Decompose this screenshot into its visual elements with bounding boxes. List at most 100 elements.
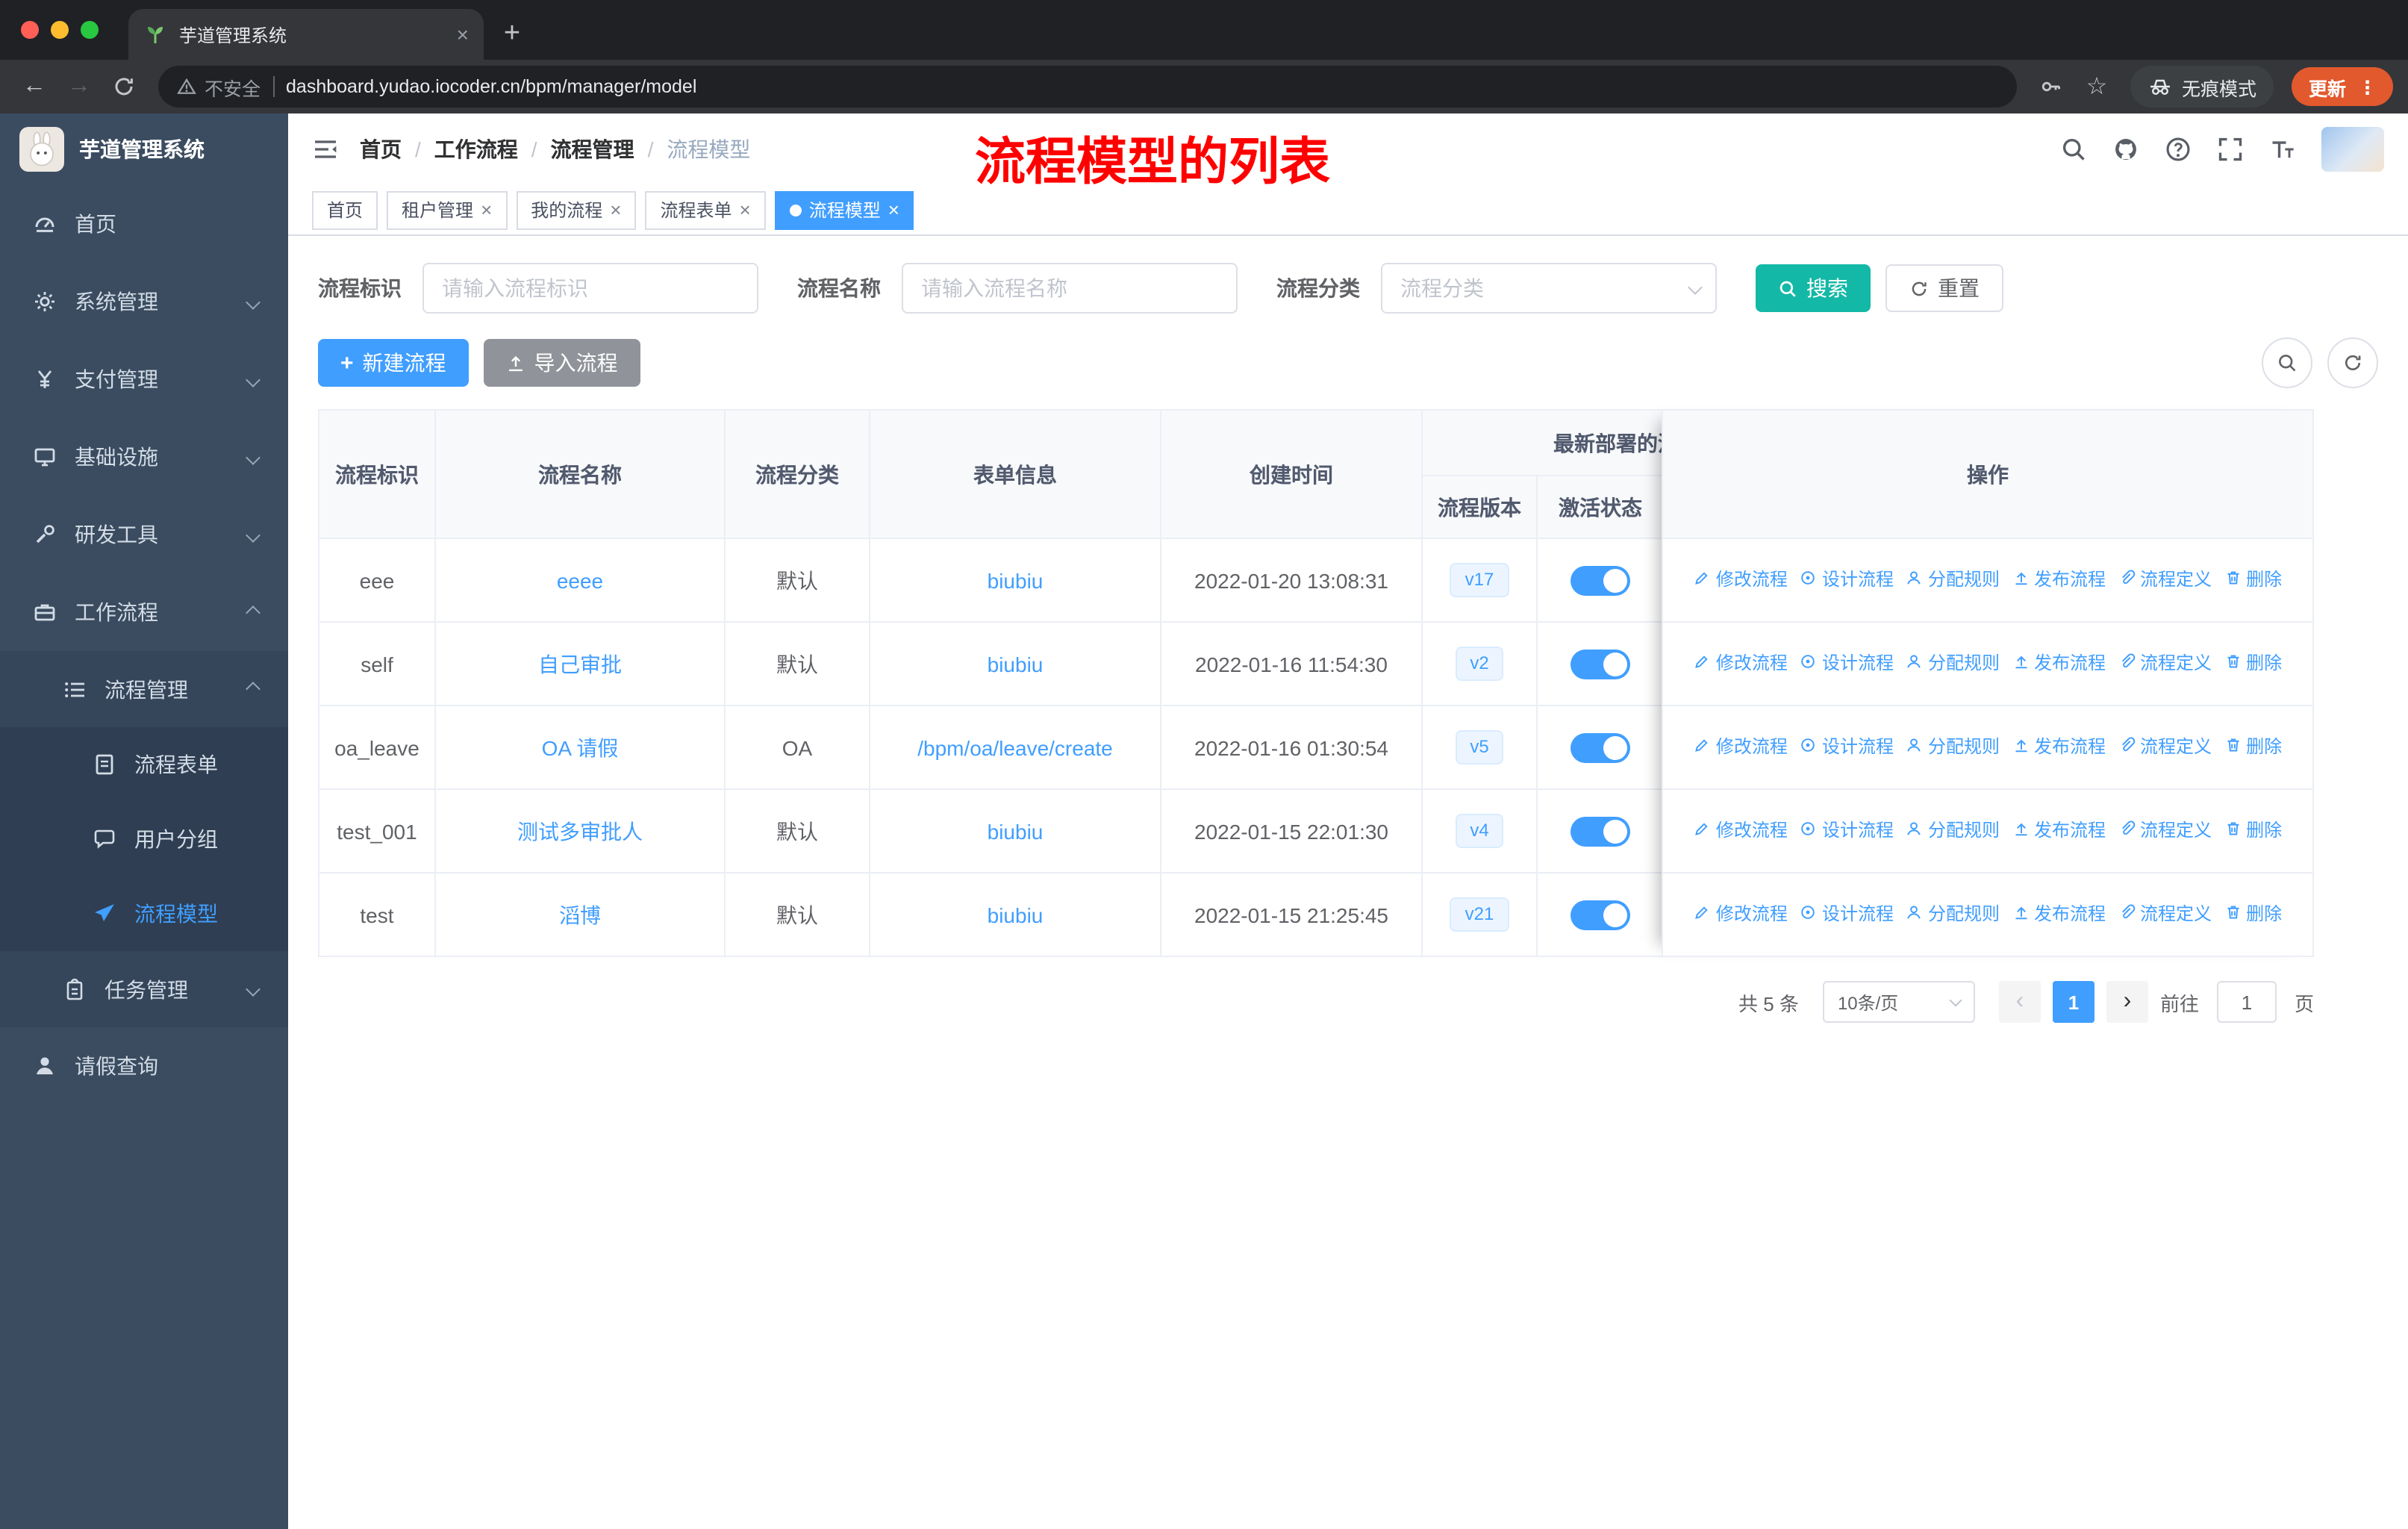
category-select-input[interactable] <box>1381 263 1717 314</box>
op-link-publish[interactable]: 发布流程 <box>2012 733 2106 759</box>
close-icon[interactable]: × <box>888 199 899 221</box>
op-link-publish[interactable]: 发布流程 <box>2012 817 2106 842</box>
sidebar-item-clipboard[interactable]: 任务管理 <box>0 951 288 1027</box>
form-link[interactable]: biubiu <box>988 652 1044 676</box>
op-link-definition[interactable]: 流程定义 <box>2118 817 2212 842</box>
breadcrumb-item[interactable]: 流程管理 <box>551 134 634 164</box>
op-link-design[interactable]: 设计流程 <box>1800 733 1894 759</box>
op-link-publish[interactable]: 发布流程 <box>2012 566 2106 591</box>
op-link-publish[interactable]: 发布流程 <box>2012 900 2106 926</box>
op-link-assign[interactable]: 分配规则 <box>1906 817 2000 842</box>
back-icon[interactable]: ← <box>15 67 54 106</box>
user-avatar[interactable] <box>2321 127 2384 172</box>
op-link-publish[interactable]: 发布流程 <box>2012 650 2106 675</box>
page-size-select[interactable]: 10条/页 <box>1822 981 1975 1023</box>
op-link-edit[interactable]: 修改流程 <box>1694 900 1788 926</box>
form-link[interactable]: biubiu <box>988 568 1044 592</box>
close-icon[interactable]: × <box>740 199 751 221</box>
op-link-design[interactable]: 设计流程 <box>1800 817 1894 842</box>
op-link-edit[interactable]: 修改流程 <box>1694 817 1788 842</box>
op-link-design[interactable]: 设计流程 <box>1800 650 1894 675</box>
sidebar-item-document[interactable]: 流程表单 <box>0 727 288 802</box>
op-link-edit[interactable]: 修改流程 <box>1694 733 1788 759</box>
op-link-delete[interactable]: 删除 <box>2224 900 2282 926</box>
process-name-link[interactable]: 测试多审批人 <box>517 819 643 843</box>
sidebar-item-wrench[interactable]: 研发工具 <box>0 496 288 573</box>
process-name-link[interactable]: eeee <box>557 568 603 592</box>
maximize-window-button[interactable] <box>81 21 99 39</box>
process-name-link[interactable]: 自己审批 <box>538 652 622 676</box>
view-tag[interactable]: 租户管理 × <box>387 190 508 229</box>
view-tag[interactable]: 流程表单 × <box>645 190 766 229</box>
form-link[interactable]: /bpm/oa/leave/create <box>917 735 1113 759</box>
op-link-assign[interactable]: 分配规则 <box>1906 733 2000 759</box>
browser-tab[interactable]: 芋道管理系统 × <box>128 9 484 60</box>
github-icon[interactable] <box>2112 136 2139 163</box>
form-link[interactable]: biubiu <box>988 903 1044 927</box>
reload-icon[interactable] <box>105 67 143 106</box>
op-link-delete[interactable]: 删除 <box>2224 733 2282 759</box>
help-icon[interactable] <box>2165 136 2192 163</box>
sidebar-item-list[interactable]: 流程管理 <box>0 651 288 727</box>
breadcrumb-item[interactable]: 首页 <box>360 134 402 164</box>
update-button[interactable]: 更新 ⋮ <box>2292 67 2393 106</box>
active-switch[interactable] <box>1570 816 1630 846</box>
fullscreen-icon[interactable] <box>2217 136 2244 163</box>
op-link-design[interactable]: 设计流程 <box>1800 900 1894 926</box>
hamburger-icon[interactable] <box>312 136 339 163</box>
breadcrumb-item[interactable]: 工作流程 <box>434 134 518 164</box>
view-tag[interactable]: 首页 <box>312 190 378 229</box>
sidebar-item-send[interactable]: 流程模型 <box>0 876 288 951</box>
active-switch[interactable] <box>1570 565 1630 595</box>
sidebar-item-briefcase[interactable]: 工作流程 <box>0 573 288 651</box>
process-id-input[interactable] <box>422 263 758 314</box>
minimize-window-button[interactable] <box>51 21 69 39</box>
view-tag[interactable]: 我的流程 × <box>516 190 637 229</box>
new-tab-button[interactable]: + <box>490 12 534 57</box>
security-status[interactable]: 不安全 <box>176 72 261 101</box>
process-name-input[interactable] <box>902 263 1238 314</box>
reset-button[interactable]: 重置 <box>1885 264 2003 312</box>
toggle-search-button[interactable] <box>2262 337 2312 388</box>
process-name-link[interactable]: 滔博 <box>559 903 601 927</box>
sidebar-item-gear[interactable]: 系统管理 <box>0 263 288 340</box>
search-button[interactable]: 搜索 <box>1756 264 1871 312</box>
op-link-delete[interactable]: 删除 <box>2224 566 2282 591</box>
op-link-edit[interactable]: 修改流程 <box>1694 566 1788 591</box>
op-link-definition[interactable]: 流程定义 <box>2118 733 2212 759</box>
form-link[interactable]: biubiu <box>988 819 1044 843</box>
url-bar[interactable]: 不安全 dashboard.yudao.iocoder.cn/bpm/manag… <box>158 66 2018 108</box>
process-name-link[interactable]: OA 请假 <box>542 735 619 759</box>
active-switch[interactable] <box>1570 649 1630 679</box>
page-1-button[interactable]: 1 <box>2052 981 2094 1023</box>
import-process-button[interactable]: 导入流程 <box>483 339 640 387</box>
active-switch[interactable] <box>1570 900 1630 929</box>
key-icon[interactable] <box>2033 67 2071 106</box>
op-link-assign[interactable]: 分配规则 <box>1906 650 2000 675</box>
op-link-design[interactable]: 设计流程 <box>1800 566 1894 591</box>
bookmark-star-icon[interactable]: ☆ <box>2077 67 2116 106</box>
op-link-delete[interactable]: 删除 <box>2224 817 2282 842</box>
op-link-definition[interactable]: 流程定义 <box>2118 900 2212 926</box>
create-process-button[interactable]: + 新建流程 <box>318 339 469 387</box>
kebab-menu-icon[interactable]: ⋮ <box>2358 75 2377 98</box>
view-tag[interactable]: 流程模型 × <box>774 190 914 229</box>
op-link-edit[interactable]: 修改流程 <box>1694 650 1788 675</box>
close-window-button[interactable] <box>21 21 39 39</box>
sidebar-item-yen[interactable]: 支付管理 <box>0 340 288 418</box>
op-link-assign[interactable]: 分配规则 <box>1906 566 2000 591</box>
next-page-button[interactable]: › <box>2106 981 2148 1023</box>
prev-page-button[interactable]: ‹ <box>1998 981 2041 1023</box>
refresh-table-button[interactable] <box>2327 337 2378 388</box>
font-size-icon[interactable] <box>2269 136 2296 163</box>
sidebar-item-user[interactable]: 请假查询 <box>0 1027 288 1105</box>
op-link-definition[interactable]: 流程定义 <box>2118 566 2212 591</box>
forward-icon[interactable]: → <box>60 67 99 106</box>
sidebar-item-dashboard[interactable]: 首页 <box>0 185 288 263</box>
tab-close-icon[interactable]: × <box>457 22 469 46</box>
close-icon[interactable]: × <box>481 199 492 221</box>
op-link-delete[interactable]: 删除 <box>2224 650 2282 675</box>
sidebar-item-chat[interactable]: 用户分组 <box>0 802 288 876</box>
sidebar-item-monitor[interactable]: 基础设施 <box>0 418 288 496</box>
op-link-assign[interactable]: 分配规则 <box>1906 900 2000 926</box>
